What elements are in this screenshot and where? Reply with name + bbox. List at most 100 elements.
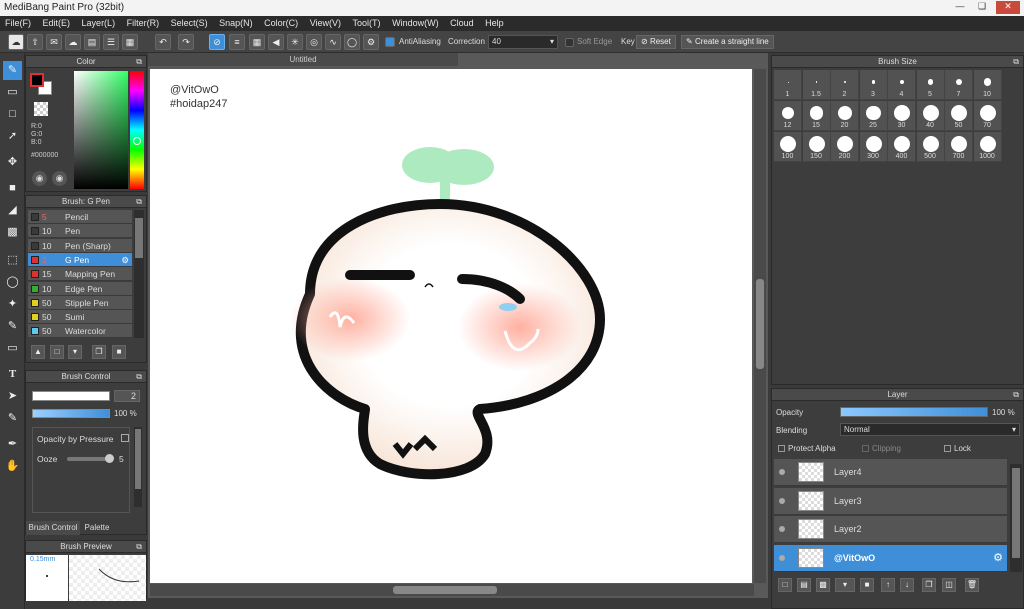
cloud-save-icon[interactable]: ☁ <box>65 34 81 50</box>
visibility-icon[interactable] <box>779 526 785 532</box>
brush-size-cell[interactable]: 10 <box>973 70 1002 100</box>
gear-icon[interactable]: ⚙ <box>121 253 129 267</box>
brush-control-scrollbar[interactable] <box>134 427 142 507</box>
magic-wand-tool-icon[interactable]: ✦ <box>3 295 22 314</box>
expand-icon[interactable]: ⧉ <box>136 196 142 208</box>
layer-scrollbar[interactable] <box>1010 464 1022 572</box>
brush-item[interactable]: 10 Pen (Sharp) <box>28 238 132 253</box>
eraser-tool-icon[interactable]: ▭ <box>3 83 22 102</box>
foreground-color-swatch[interactable] <box>30 73 44 87</box>
brush-size-cell[interactable]: 15 <box>802 101 831 131</box>
new-8bit-layer-icon[interactable]: ▩ <box>816 578 830 592</box>
gear-icon[interactable]: ⚙ <box>993 551 1003 564</box>
new-layer-icon[interactable]: □ <box>778 578 792 592</box>
layer-row[interactable]: Layer2 <box>774 516 1007 543</box>
saturation-value-picker[interactable] <box>74 71 128 189</box>
brush-item[interactable]: 50 Stipple Pen <box>28 295 132 310</box>
copy-brush-icon[interactable]: ❐ <box>92 345 106 359</box>
expand-icon[interactable]: ⧉ <box>1013 56 1019 68</box>
brush-item[interactable]: 50 Watercolor <box>28 324 132 339</box>
brush-size-cell[interactable]: 700 <box>945 132 973 162</box>
layer-opacity-slider[interactable] <box>840 407 988 417</box>
duplicate-layer-icon[interactable]: ❐ <box>922 578 936 592</box>
grid-pages-icon[interactable]: ▦ <box>122 34 138 50</box>
perspective-snap-icon[interactable]: ◀ <box>268 34 284 50</box>
expand-icon[interactable]: ⧉ <box>1013 389 1019 401</box>
add-layer-menu-icon[interactable]: ▾ <box>835 578 855 592</box>
opacity-slider[interactable] <box>32 409 110 418</box>
opacity-by-pressure-checkbox[interactable] <box>121 434 129 442</box>
menu-layer[interactable]: Layer(L) <box>77 16 120 28</box>
maximize-button[interactable]: ❏ <box>972 1 992 14</box>
brush-size-cell[interactable]: 40 <box>916 101 945 131</box>
brush-tool-icon[interactable]: ✎ <box>3 61 22 80</box>
menu-filter[interactable]: Filter(R) <box>122 16 164 28</box>
trash-icon[interactable]: 🗑 <box>965 578 979 592</box>
divide-tool-icon[interactable]: ✎ <box>3 409 22 428</box>
lock-checkbox[interactable] <box>944 445 951 452</box>
concentric-snap-icon[interactable]: ◎ <box>306 34 322 50</box>
brush-size-cell[interactable]: 30 <box>888 101 916 131</box>
expand-icon[interactable]: ⧉ <box>136 541 142 553</box>
lasso-tool-icon[interactable]: ◯ <box>3 273 22 292</box>
upload-icon[interactable]: ⇧ <box>27 34 43 50</box>
canvas-vertical-scrollbar[interactable] <box>754 69 766 583</box>
brush-size-cell[interactable]: 70 <box>973 101 1002 131</box>
size-value[interactable]: 2 <box>114 390 140 402</box>
ooze-handle[interactable] <box>105 454 114 463</box>
brush-menu-icon[interactable]: ▾ <box>68 345 82 359</box>
canvas[interactable]: @VitOwO #hoidap247 <box>150 69 752 583</box>
page-list-icon[interactable]: ☰ <box>103 34 119 50</box>
page-icon[interactable]: ▤ <box>84 34 100 50</box>
brush-size-cell[interactable]: 200 <box>831 132 859 162</box>
brush-size-cell[interactable]: 2 <box>831 70 859 100</box>
brush-size-cell[interactable]: 3 <box>859 70 888 100</box>
undo-icon[interactable]: ↶ <box>155 34 171 50</box>
color-swap-icon[interactable]: ◉ <box>52 171 67 186</box>
close-button[interactable]: ✕ <box>996 1 1020 14</box>
blending-select[interactable]: Normal ▾ <box>840 423 1020 436</box>
clipping-checkbox[interactable] <box>862 445 869 452</box>
visibility-icon[interactable] <box>779 469 785 475</box>
scroll-thumb[interactable] <box>135 218 143 258</box>
brush-size-cell[interactable]: 1 <box>774 70 802 100</box>
eyedropper-tool-icon[interactable]: ✒ <box>3 435 22 454</box>
menu-help[interactable]: Help <box>480 16 508 28</box>
scroll-thumb[interactable] <box>393 586 497 594</box>
line-tool-icon[interactable]: ➚ <box>3 127 22 146</box>
brush-size-cell[interactable]: 1000 <box>973 132 1002 162</box>
minimize-button[interactable]: — <box>950 1 970 14</box>
soft-edge-checkbox[interactable] <box>565 38 574 47</box>
protect-alpha-checkbox[interactable] <box>778 445 785 452</box>
canvas-horizontal-scrollbar[interactable] <box>150 584 754 596</box>
select-tool-icon[interactable]: ⬚ <box>3 251 22 270</box>
menu-color[interactable]: Color(C) <box>259 16 302 28</box>
brush-size-cell[interactable]: 500 <box>916 132 945 162</box>
brush-item[interactable]: 5 Pencil <box>28 210 132 224</box>
expand-icon[interactable]: ⧉ <box>136 371 142 383</box>
text-tool-icon[interactable]: T <box>3 365 22 384</box>
brush-size-cell[interactable]: 5 <box>916 70 945 100</box>
layer-row[interactable]: @VitOwO ⚙ <box>774 544 1007 572</box>
brush-item[interactable]: 15 Mapping Pen <box>28 267 132 282</box>
size-slider[interactable] <box>32 391 110 401</box>
brush-size-cell[interactable]: 300 <box>859 132 888 162</box>
clipping-toggle[interactable]: Clipping <box>862 444 901 453</box>
select-eraser-tool-icon[interactable]: ▭ <box>3 339 22 358</box>
menu-view[interactable]: View(V) <box>305 16 345 28</box>
scroll-thumb[interactable] <box>135 429 141 489</box>
brush-size-cell[interactable]: 150 <box>802 132 831 162</box>
layer-down-icon[interactable]: ↓ <box>900 578 914 592</box>
antialiasing-checkbox[interactable] <box>385 37 395 47</box>
comment-icon[interactable]: ✉ <box>46 34 62 50</box>
move-tool-icon[interactable]: ✥ <box>3 153 22 172</box>
parallel-snap-icon[interactable]: ≡ <box>229 34 245 50</box>
shape-tool-icon[interactable]: □ <box>3 105 22 124</box>
menu-select[interactable]: Select(S) <box>166 16 212 28</box>
menu-edit[interactable]: Edit(E) <box>38 16 75 28</box>
snap-settings-icon[interactable]: ⚙ <box>363 34 379 50</box>
brush-item[interactable]: 10 Edge Pen <box>28 281 132 296</box>
brush-item[interactable]: 10 Pen <box>28 224 132 239</box>
brush-item[interactable]: 2 G Pen ⚙ <box>28 252 132 267</box>
brush-size-cell[interactable]: 4 <box>888 70 916 100</box>
